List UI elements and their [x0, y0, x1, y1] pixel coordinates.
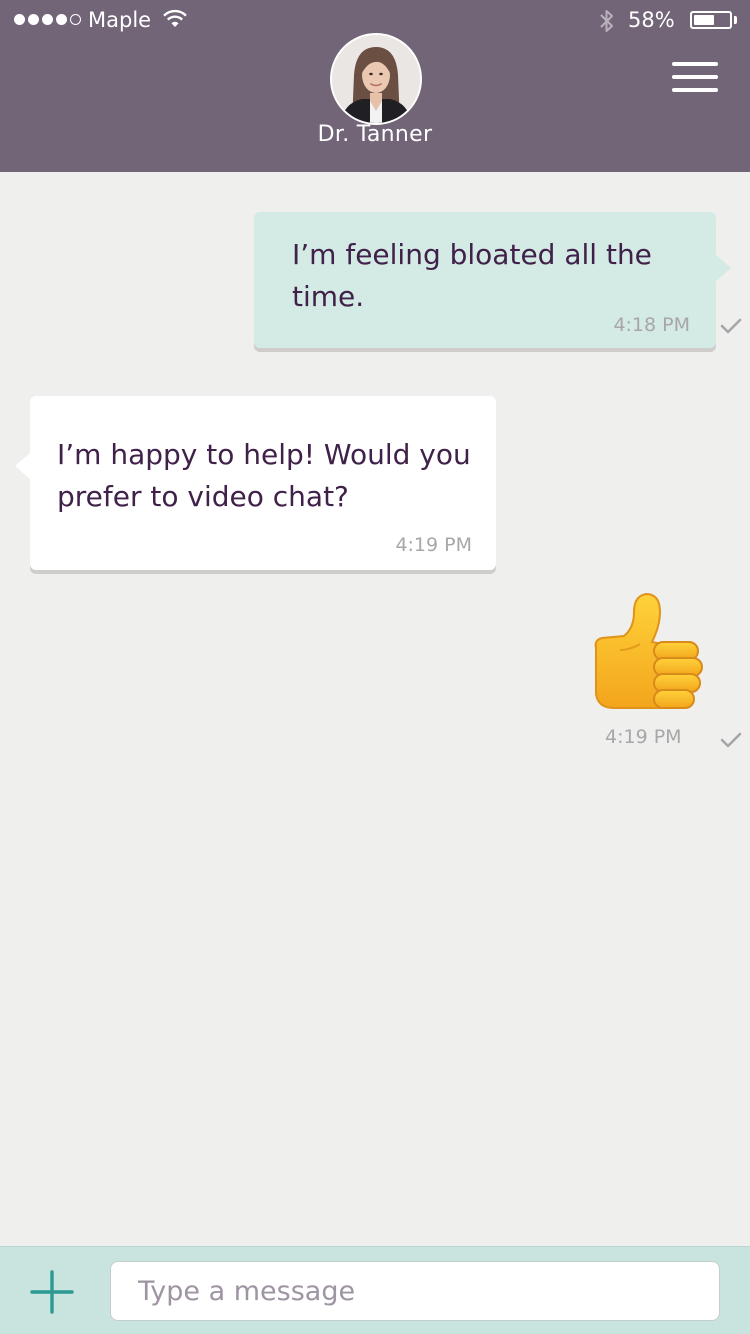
message-time: 4:18 PM [613, 314, 690, 336]
message-input[interactable] [110, 1261, 720, 1321]
sent-check-icon [720, 732, 742, 748]
incoming-message-bubble[interactable]: I’m happy to help! Would you prefer to v… [15, 396, 496, 570]
chat-header: Maple 58% Dr. Tanner [0, 0, 750, 172]
message-text: I’m feeling bloated all the time. [292, 238, 652, 313]
bubble-tail [715, 254, 731, 282]
doctor-portrait-icon [332, 35, 420, 123]
message-time: 4:19 PM [605, 726, 682, 748]
wifi-icon [163, 9, 187, 27]
hamburger-menu-icon[interactable] [672, 62, 718, 94]
battery-tip [734, 16, 737, 24]
thumbs-up-icon[interactable] [590, 590, 708, 716]
plus-icon[interactable] [28, 1268, 76, 1316]
outgoing-message-bubble[interactable]: I’m feeling bloated all the time. 4:18 P… [254, 212, 731, 348]
message-text: I’m happy to help! Would you prefer to v… [57, 438, 471, 513]
message-composer [0, 1246, 750, 1334]
bubble-tail [15, 452, 31, 480]
contact-avatar[interactable] [330, 33, 422, 125]
signal-strength-icon [14, 14, 81, 25]
battery-percent: 58% [628, 8, 675, 32]
message-time: 4:19 PM [395, 534, 472, 556]
carrier-name: Maple [88, 8, 152, 32]
battery-icon [690, 11, 732, 29]
contact-name: Dr. Tanner [317, 122, 433, 147]
bluetooth-icon [600, 10, 613, 32]
sent-check-icon [720, 318, 742, 334]
